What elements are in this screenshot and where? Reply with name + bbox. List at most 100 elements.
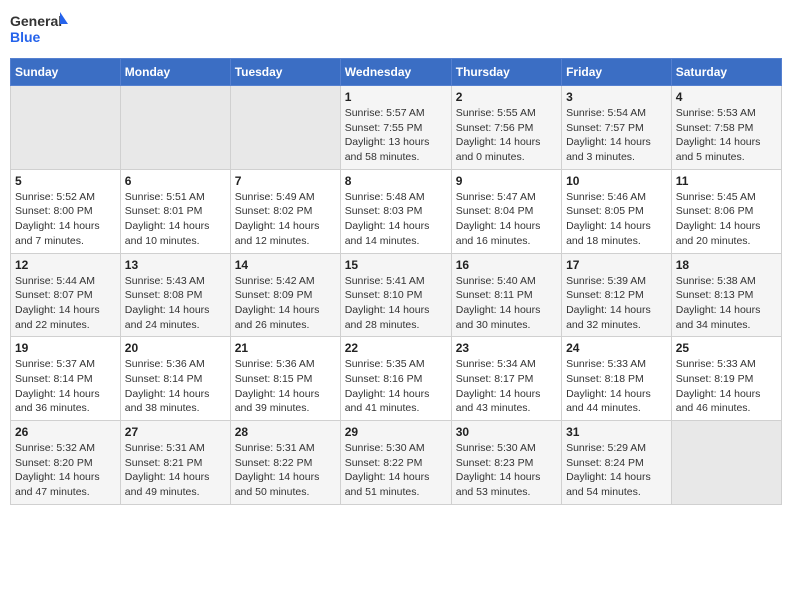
calendar-day-cell [120, 86, 230, 170]
day-number: 23 [456, 341, 557, 355]
day-info: Sunset: 8:22 PM [235, 456, 336, 471]
calendar-day-cell: 13Sunrise: 5:43 AMSunset: 8:08 PMDayligh… [120, 253, 230, 337]
day-info: Daylight: 14 hours and 20 minutes. [676, 219, 777, 248]
calendar-day-cell: 26Sunrise: 5:32 AMSunset: 8:20 PMDayligh… [11, 421, 121, 505]
day-info: Daylight: 14 hours and 7 minutes. [15, 219, 116, 248]
day-info: Sunset: 8:05 PM [566, 204, 667, 219]
calendar-day-cell: 22Sunrise: 5:35 AMSunset: 8:16 PMDayligh… [340, 337, 451, 421]
day-info: Sunrise: 5:44 AM [15, 274, 116, 289]
day-info: Sunrise: 5:32 AM [15, 441, 116, 456]
day-info: Daylight: 14 hours and 0 minutes. [456, 135, 557, 164]
page-header: GeneralBlue [10, 10, 782, 50]
svg-text:General: General [10, 13, 62, 29]
day-number: 6 [125, 174, 226, 188]
calendar-day-cell: 27Sunrise: 5:31 AMSunset: 8:21 PMDayligh… [120, 421, 230, 505]
calendar-week-row: 19Sunrise: 5:37 AMSunset: 8:14 PMDayligh… [11, 337, 782, 421]
day-number: 2 [456, 90, 557, 104]
logo: GeneralBlue [10, 10, 70, 50]
calendar-day-cell: 30Sunrise: 5:30 AMSunset: 8:23 PMDayligh… [451, 421, 561, 505]
day-info: Sunrise: 5:34 AM [456, 357, 557, 372]
day-info: Sunrise: 5:52 AM [15, 190, 116, 205]
calendar-day-cell: 16 Sunrise: 5:40 AMSunset: 8:11 PMDayligh… [451, 253, 561, 337]
day-number: 24 [566, 341, 667, 355]
day-info: Sunset: 8:01 PM [125, 204, 226, 219]
day-info: Sunrise: 5:36 AM [125, 357, 226, 372]
day-number: 1 [345, 90, 447, 104]
day-info: Sunset: 8:02 PM [235, 204, 336, 219]
day-number: 18 [676, 258, 777, 272]
day-info: Sunset: 8:23 PM [456, 456, 557, 471]
calendar-day-cell: 14Sunrise: 5:42 AMSunset: 8:09 PMDayligh… [230, 253, 340, 337]
calendar-day-cell: 8Sunrise: 5:48 AMSunset: 8:03 PMDaylight… [340, 169, 451, 253]
day-info: Sunrise: 5:31 AM [125, 441, 226, 456]
calendar-day-cell: 12Sunrise: 5:44 AMSunset: 8:07 PMDayligh… [11, 253, 121, 337]
calendar-day-cell [671, 421, 781, 505]
day-number: 26 [15, 425, 116, 439]
day-number: 14 [235, 258, 336, 272]
day-info: Sunrise: 5:33 AM [566, 357, 667, 372]
calendar-day-cell: 29Sunrise: 5:30 AMSunset: 8:22 PMDayligh… [340, 421, 451, 505]
calendar-day-cell [11, 86, 121, 170]
calendar-day-cell: 20Sunrise: 5:36 AMSunset: 8:14 PMDayligh… [120, 337, 230, 421]
calendar-day-cell: 19Sunrise: 5:37 AMSunset: 8:14 PMDayligh… [11, 337, 121, 421]
day-of-week-header: Monday [120, 59, 230, 86]
day-info: Daylight: 14 hours and 39 minutes. [235, 387, 336, 416]
day-info: Daylight: 14 hours and 53 minutes. [456, 470, 557, 499]
day-info: Daylight: 14 hours and 28 minutes. [345, 303, 447, 332]
day-info: Sunrise: 5:40 AM [456, 274, 557, 289]
day-info: Daylight: 14 hours and 26 minutes. [235, 303, 336, 332]
day-info: Daylight: 14 hours and 47 minutes. [15, 470, 116, 499]
day-info: Daylight: 14 hours and 54 minutes. [566, 470, 667, 499]
day-info: Sunset: 8:21 PM [125, 456, 226, 471]
calendar-day-cell: 1Sunrise: 5:57 AMSunset: 7:55 PMDaylight… [340, 86, 451, 170]
day-number: 13 [125, 258, 226, 272]
day-info: Sunset: 8:14 PM [125, 372, 226, 387]
day-number: 22 [345, 341, 447, 355]
day-info: Daylight: 14 hours and 32 minutes. [566, 303, 667, 332]
day-number: 8 [345, 174, 447, 188]
day-info: Sunrise: 5:30 AM [456, 441, 557, 456]
day-info: Daylight: 14 hours and 51 minutes. [345, 470, 447, 499]
day-of-week-header: Thursday [451, 59, 561, 86]
day-info: Daylight: 14 hours and 3 minutes. [566, 135, 667, 164]
calendar-table: SundayMondayTuesdayWednesdayThursdayFrid… [10, 58, 782, 505]
day-info: Daylight: 14 hours and 16 minutes. [456, 219, 557, 248]
day-of-week-header: Friday [562, 59, 672, 86]
day-number: 16 [456, 258, 557, 272]
day-info: Sunset: 8:15 PM [235, 372, 336, 387]
day-info: Daylight: 14 hours and 50 minutes. [235, 470, 336, 499]
day-info: Sunset: 8:06 PM [676, 204, 777, 219]
calendar-day-cell: 21Sunrise: 5:36 AMSunset: 8:15 PMDayligh… [230, 337, 340, 421]
calendar-day-cell: 9Sunrise: 5:47 AMSunset: 8:04 PMDaylight… [451, 169, 561, 253]
day-info: Daylight: 14 hours and 12 minutes. [235, 219, 336, 248]
day-info: Sunset: 8:19 PM [676, 372, 777, 387]
day-number: 29 [345, 425, 447, 439]
day-number: 21 [235, 341, 336, 355]
day-info: Sunset: 8:11 PM [456, 288, 557, 303]
day-number: 10 [566, 174, 667, 188]
day-info: Sunset: 7:57 PM [566, 121, 667, 136]
calendar-day-cell: 7Sunrise: 5:49 AMSunset: 8:02 PMDaylight… [230, 169, 340, 253]
calendar-day-cell: 11Sunrise: 5:45 AMSunset: 8:06 PMDayligh… [671, 169, 781, 253]
day-info: Sunrise: 5:31 AM [235, 441, 336, 456]
day-number: 31 [566, 425, 667, 439]
day-info: Sunset: 7:58 PM [676, 121, 777, 136]
calendar-day-cell: 15Sunrise: 5:41 AMSunset: 8:10 PMDayligh… [340, 253, 451, 337]
day-info: Sunset: 8:00 PM [15, 204, 116, 219]
day-of-week-header: Wednesday [340, 59, 451, 86]
day-info: Daylight: 14 hours and 30 minutes. [456, 303, 557, 332]
day-info: Sunrise: 5:54 AM [566, 106, 667, 121]
day-info: Daylight: 14 hours and 36 minutes. [15, 387, 116, 416]
day-info: Sunrise: 5:57 AM [345, 106, 447, 121]
day-number: 3 [566, 90, 667, 104]
day-info: Sunrise: 5:29 AM [566, 441, 667, 456]
day-info: Sunrise: 5:46 AM [566, 190, 667, 205]
day-info: Sunrise: 5:49 AM [235, 190, 336, 205]
day-info: Sunrise: 5:41 AM [345, 274, 447, 289]
calendar-week-row: 5Sunrise: 5:52 AMSunset: 8:00 PMDaylight… [11, 169, 782, 253]
calendar-day-cell: 3 Sunrise: 5:54 AMSunset: 7:57 PMDaylight… [562, 86, 672, 170]
day-info: Sunrise: 5:42 AM [235, 274, 336, 289]
day-of-week-header: Tuesday [230, 59, 340, 86]
calendar-day-cell: 10Sunrise: 5:46 AMSunset: 8:05 PMDayligh… [562, 169, 672, 253]
day-number: 17 [566, 258, 667, 272]
